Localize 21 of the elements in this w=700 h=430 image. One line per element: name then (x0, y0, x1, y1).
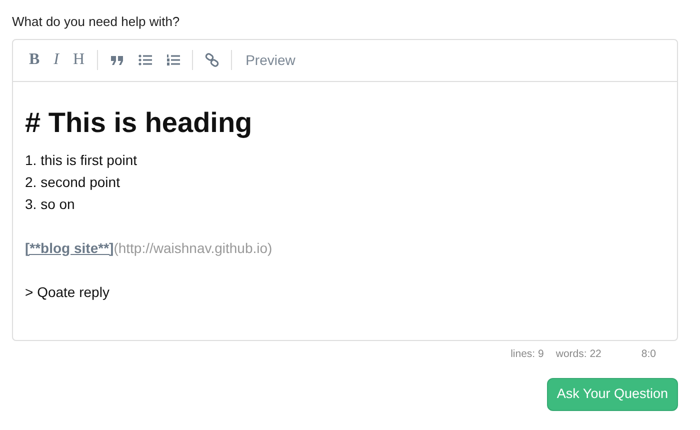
quote-icon (110, 53, 124, 67)
ask-question-button[interactable]: Ask Your Question (546, 378, 678, 410)
heading-text: # This is heading (25, 106, 252, 140)
cursor-position: 8:0 (641, 346, 656, 362)
word-count: words: 22 (556, 346, 602, 362)
link-icon (204, 53, 219, 67)
preview-tab[interactable]: Preview (238, 53, 304, 67)
editor-text-line: > Qoate reply (25, 284, 110, 300)
question-label: What do you need help with? (12, 13, 180, 31)
link-url: (http://waishnav.github.io) (114, 240, 272, 256)
editor-text-line: 2. second point (25, 174, 120, 190)
link-label: [**blog site**] (25, 240, 114, 256)
editor-text-line: 1. this is first point (25, 152, 138, 168)
format-button[interactable]: B (23, 52, 46, 68)
markdown-editor[interactable]: B I H Preview # This is heading 1. this is first point 2. second point 3. so on [**blog site**](http://waishnav.github.io) > Qoate reply (12, 38, 678, 340)
format-button[interactable]: I (48, 52, 65, 68)
editor-text-line: 3. so on (25, 196, 75, 212)
format-button[interactable]: H (67, 52, 91, 68)
numbered-list-icon (166, 53, 180, 67)
bulleted-list-icon (138, 53, 152, 67)
line-count: lines: 9 (510, 346, 544, 362)
